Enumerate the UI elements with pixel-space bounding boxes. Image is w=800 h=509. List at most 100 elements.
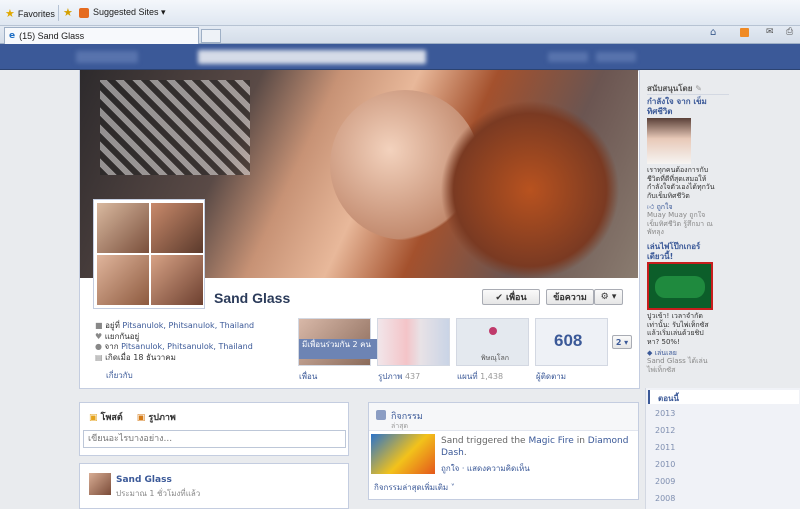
profile-info-list: ■ อยู่ที่ Pitsanulok, Phitsanulok, Thail… (95, 321, 254, 363)
divider (58, 5, 59, 21)
photo-icon: ▣ (136, 413, 149, 423)
activity-icon (376, 410, 386, 420)
star-icon: ★ (5, 7, 15, 20)
photos-tile-label[interactable]: รูปภาพ (378, 372, 402, 381)
avatar-photo-4 (151, 255, 203, 305)
profile-picture[interactable] (93, 199, 205, 309)
header-profile-link[interactable] (548, 52, 588, 62)
ad1-social-context: Muay Muay ถูกใจ เข็มทิศชีวิต รู้สึกมา ณ … (647, 211, 713, 236)
activity-actions[interactable]: ถูกใจ · แสดงความคิดเห็น (441, 462, 530, 475)
map-place-label: พิษณุโลก (481, 354, 510, 362)
info-birthday: ▤ เกิดเมื่อ 18 ธันวาคม (95, 352, 176, 362)
print-icon[interactable]: ⎙ (786, 27, 793, 37)
followers-tile[interactable]: 608 (535, 318, 608, 366)
timeline-year-2011[interactable]: 2011 (655, 443, 675, 452)
info-from: ● จาก Pitsanulok, Phitsanulok, Thailand (95, 342, 253, 351)
thumbs-up-icon: 👍︎ (647, 203, 655, 211)
avatar-photo-3 (97, 255, 149, 305)
calendar-icon: ▤ (95, 352, 106, 362)
friends-button[interactable]: ✔ เพื่อน (482, 289, 540, 305)
activity-story: Sand triggered the Magic Fire in Diamond… (441, 436, 629, 458)
message-button[interactable]: ข้อความ (546, 289, 594, 305)
ad1-title-link[interactable]: กำลังใจ จาก เข็มทิศชีวิต (647, 97, 717, 117)
magic-fire-link[interactable]: Magic Fire (528, 436, 573, 446)
timeline-year-2010[interactable]: 2010 (655, 460, 675, 469)
pin-icon: ● (95, 342, 105, 351)
post-avatar[interactable] (89, 473, 111, 495)
divider (647, 94, 729, 95)
friends-tile-label[interactable]: เพื่อน (299, 370, 317, 383)
suggested-sites-icon (79, 7, 89, 18)
timeline-year-2008[interactable]: 2008 (655, 494, 675, 503)
from-location-link[interactable]: Pitsanulok, Phitsanulok, Thailand (121, 342, 253, 351)
about-link[interactable]: เกี่ยวกับ (106, 369, 133, 382)
photos-count: 437 (404, 372, 421, 381)
home-icon[interactable]: ⌂ (710, 27, 716, 38)
timeline-year-2009[interactable]: 2009 (655, 477, 675, 486)
map-pin-icon (489, 327, 497, 335)
ad2-title-link[interactable]: เล่นไพ่โป๊กเกอร์เดียวนี้! (647, 242, 717, 262)
map-tile[interactable]: พิษณุโลก (456, 318, 529, 366)
ad2-poker-image[interactable] (647, 262, 713, 310)
home-icon: ■ (95, 321, 106, 330)
ad1-text: เราทุกคนต้องการกับชีวิตที่ดีที่สุดเสมอให… (647, 166, 715, 200)
suggested-sites-button[interactable]: Suggested Sites ▾ (79, 7, 166, 18)
browser-tab-bar: e (15) Sand Glass ⌂ ✉ ⎙ (0, 26, 800, 44)
mutual-friends-badge: มีเพื่อนร่วมกัน 2 คน (299, 339, 377, 359)
diamond-dash-image[interactable] (371, 434, 435, 474)
cover-dress-pattern (100, 80, 250, 175)
timeline-year-2013[interactable]: 2013 (655, 409, 675, 418)
ad2-social-context: Sand Glass ได้เล่น ไพ่เท็กซัส (647, 357, 708, 374)
activity-card: กิจกรรม ล่าสุด Sand triggered the Magic … (368, 402, 639, 500)
friends-tile[interactable]: มีเพื่อนร่วมกัน 2 คน (298, 318, 377, 366)
ad1-image[interactable] (647, 118, 691, 164)
feeds-icon[interactable] (740, 28, 749, 37)
photos-tile[interactable] (377, 318, 450, 366)
poker-table (655, 276, 705, 298)
post-author-link[interactable]: Sand Glass (116, 475, 172, 485)
timeline-current-item[interactable]: ตอนนี้ (648, 390, 799, 404)
mail-icon[interactable]: ✉ (766, 27, 774, 37)
composer-tabs: ▣ โพสต์ ▣ รูปภาพ (89, 410, 176, 424)
browser-tab-active[interactable]: e (15) Sand Glass (4, 27, 199, 44)
info-relationship: ♥ แยกกันอยู่ (95, 331, 140, 341)
facebook-logo[interactable] (76, 51, 138, 63)
status-icon: ▣ (89, 413, 101, 423)
map-count: 1,438 (480, 372, 504, 381)
map-tile-caption: แผนที่ 1,438 (457, 370, 503, 383)
add-favorite-icon[interactable]: ★ (63, 6, 73, 19)
photos-tile-caption: รูปภาพ 437 (378, 370, 420, 383)
followers-tile-label[interactable]: ผู้ติดตาม (536, 370, 566, 383)
gear-dropdown-button[interactable]: ⚙ ▾ (594, 289, 623, 305)
avatar-photo-1 (97, 203, 149, 253)
composer-tab-post[interactable]: ▣ โพสต์ (89, 410, 123, 424)
composer-card: ▣ โพสต์ ▣ รูปภาพ (79, 402, 349, 456)
post-card: Sand Glass ประมาณ 1 ชั่วโมงที่แล้ว (79, 463, 349, 509)
more-tiles-button[interactable]: 2 ▾ (612, 335, 632, 349)
lives-location-link[interactable]: Pitsanulok, Phitsanulok, Thailand (122, 321, 254, 330)
search-box[interactable] (198, 50, 426, 64)
more-activity-link[interactable]: กิจกรรมล่าสุดเพิ่มเติม ˅ (374, 481, 455, 494)
activity-subtitle: ล่าสุด (391, 422, 409, 430)
heart-icon: ♥ (95, 331, 105, 341)
ie-page-icon: e (9, 31, 16, 41)
game-icon: ◆ (647, 349, 653, 357)
composer-tab-photo[interactable]: ▣ รูปภาพ (137, 410, 176, 424)
edit-icon[interactable]: ✎ (695, 84, 702, 93)
cover-hair (440, 100, 620, 278)
new-tab-button[interactable] (201, 29, 221, 43)
followers-count: 608 (554, 331, 583, 350)
favorites-button[interactable]: ★ Favorites (5, 7, 55, 20)
facebook-header (0, 44, 800, 70)
browser-favorites-bar: ★ Favorites ★ Suggested Sites ▾ (0, 0, 800, 26)
header-home-link[interactable] (596, 52, 636, 62)
ad2-text: ปูวเข้า! เวลาจำกัดเท่านั้น: รับไพ่เท็กซั… (647, 312, 709, 346)
timeline-current-label: ตอนนี้ (658, 394, 679, 403)
timeline-year-2012[interactable]: 2012 (655, 426, 675, 435)
profile-name[interactable]: Sand Glass (214, 290, 290, 306)
post-timestamp[interactable]: ประมาณ 1 ชั่วโมงที่แล้ว (116, 487, 200, 500)
info-lives: ■ อยู่ที่ Pitsanulok, Phitsanulok, Thail… (95, 321, 255, 330)
map-tile-label[interactable]: แผนที่ (457, 372, 478, 381)
avatar-photo-2 (151, 203, 203, 253)
composer-input[interactable] (83, 430, 346, 448)
